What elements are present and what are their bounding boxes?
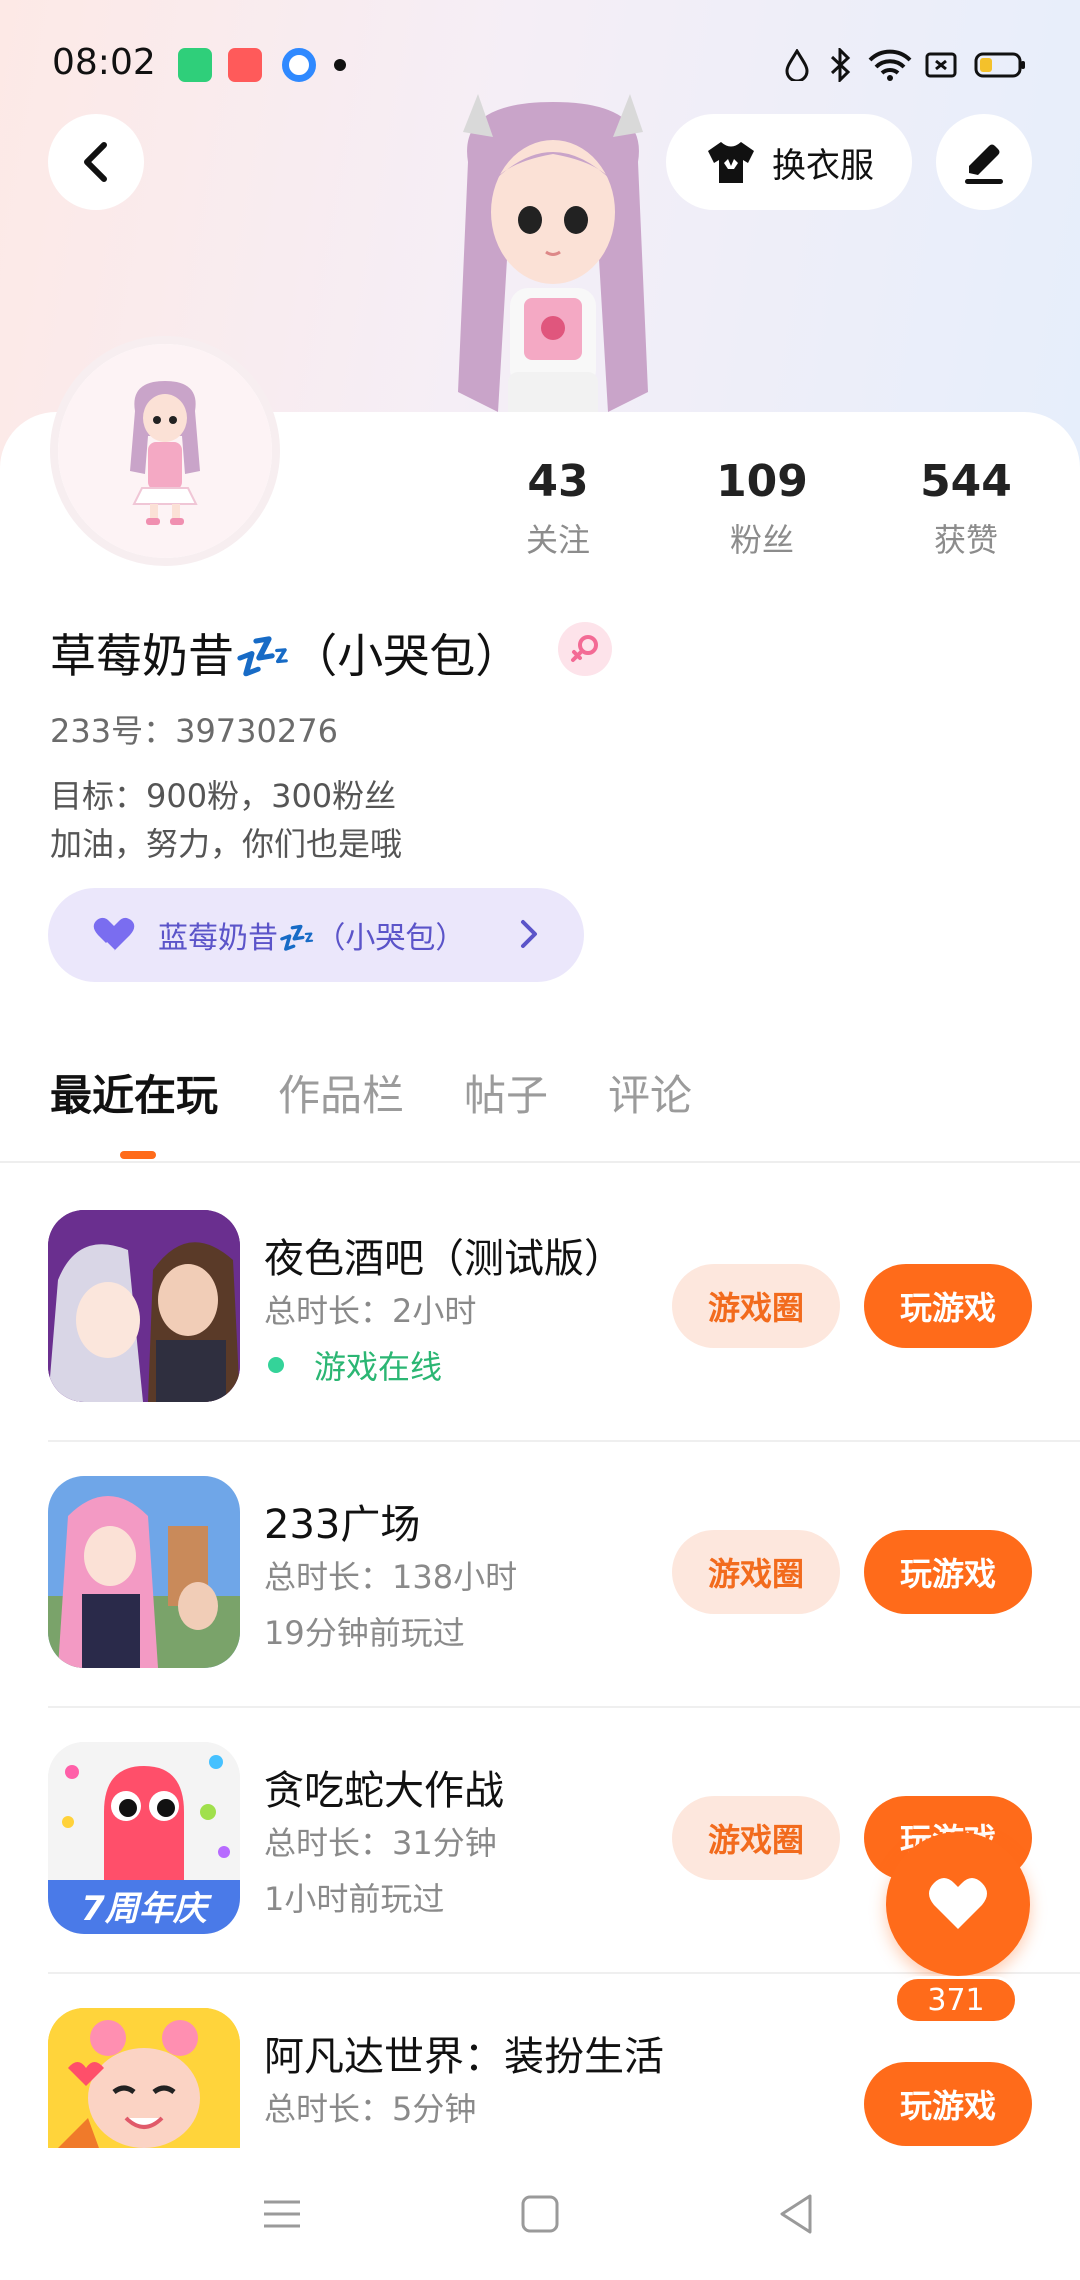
233-plaza-game-art xyxy=(48,1476,240,1668)
stat-likes[interactable]: 544 获赞 xyxy=(896,456,1036,561)
profile-page: 08:02 换衣服 43 关注 109 粉丝 544 获赞 草莓奶昔💤（小哭包）… xyxy=(0,0,1080,2280)
double-heart-icon xyxy=(93,917,135,953)
game-list-item[interactable]: 夜色酒吧（测试版） 总时长：2小时 游戏在线 游戏圈 玩游戏 xyxy=(0,1210,1080,1476)
game-last-played: 19分钟前玩过 xyxy=(264,1614,465,1652)
avatar-frame xyxy=(58,344,272,558)
stat-followers[interactable]: 109 粉丝 xyxy=(692,456,832,561)
play-game-button[interactable]: 玩游戏 xyxy=(864,2062,1032,2146)
change-outfit-label: 换衣服 xyxy=(772,145,874,186)
menu-nav-button[interactable] xyxy=(252,2184,312,2244)
change-outfit-button[interactable]: 换衣服 xyxy=(666,114,912,210)
online-dot-icon xyxy=(268,1357,284,1373)
game-icon-night-bar[interactable] xyxy=(48,1210,240,1402)
snake-anniversary-text: 7周年庆 xyxy=(81,1889,213,1929)
bio-line-1: 目标：900粉，300粉丝 xyxy=(50,777,397,815)
game-title: 夜色酒吧（测试版） xyxy=(264,1236,624,1282)
partner-name: 蓝莓奶昔💤（小哭包） xyxy=(158,921,466,956)
back-button[interactable] xyxy=(48,114,144,210)
heart-icon xyxy=(929,1878,987,1929)
play-game-button[interactable]: 玩游戏 xyxy=(864,1264,1032,1348)
bio-line-2: 加油，努力，你们也是哦 xyxy=(50,825,403,863)
back-triangle-icon xyxy=(780,2194,812,2234)
night-bar-game-art xyxy=(48,1210,240,1402)
home-nav-button[interactable] xyxy=(510,2184,570,2244)
game-title: 贪吃蛇大作战 xyxy=(264,1768,504,1814)
likes-count: 544 xyxy=(920,456,1012,507)
menu-icon xyxy=(264,2200,300,2228)
chevron-right-icon xyxy=(521,920,537,948)
bluetooth-icon xyxy=(830,48,851,82)
character-avatar-illustration xyxy=(458,94,648,422)
game-circle-button[interactable]: 游戏圈 xyxy=(672,1530,840,1614)
browser-notification-icon xyxy=(282,48,316,82)
no-sim-icon xyxy=(925,52,957,78)
row-divider xyxy=(48,1706,1080,1708)
profile-bio: 目标：900粉，300粉丝 加油，努力，你们也是哦 xyxy=(50,772,402,868)
game-duration: 总时长：31分钟 xyxy=(264,1824,497,1862)
game-duration: 总时长：2小时 xyxy=(264,1292,477,1330)
online-status-label: 游戏在线 xyxy=(314,1348,443,1386)
profile-tabs: 最近在玩 作品栏 帖子 评论 xyxy=(50,1062,692,1142)
game-icon-avatar-world[interactable] xyxy=(48,2008,240,2148)
profile-avatar[interactable] xyxy=(50,336,280,566)
tab-active-indicator xyxy=(120,1151,156,1159)
game-circle-button[interactable]: 游戏圈 xyxy=(672,1796,840,1880)
tabs-divider xyxy=(0,1161,1080,1163)
chevron-left-icon xyxy=(84,142,107,182)
likes-label: 获赞 xyxy=(933,521,998,559)
status-icons xyxy=(784,48,1026,82)
game-icon-snake[interactable]: 7周年庆 xyxy=(48,1742,240,1934)
stat-following[interactable]: 43 关注 xyxy=(488,456,628,561)
female-icon xyxy=(571,635,598,662)
followers-label: 粉丝 xyxy=(729,521,794,559)
tab-works[interactable]: 作品栏 xyxy=(278,1062,404,1142)
app-notification-icon xyxy=(228,48,262,82)
tab-recently-played[interactable]: 最近在玩 xyxy=(50,1062,218,1142)
like-floating-button[interactable] xyxy=(886,1832,1030,1976)
profile-username: 草莓奶昔💤（小哭包） xyxy=(50,629,522,683)
game-list-item[interactable]: 阿凡达世界：装扮生活 总时长：5分钟 玩游戏 xyxy=(0,2008,1080,2148)
game-icon-233-plaza[interactable] xyxy=(48,1476,240,1668)
back-nav-button[interactable] xyxy=(766,2184,826,2244)
profile-uid: 233号：39730276 xyxy=(50,712,338,750)
game-online-status: 游戏在线 xyxy=(264,1342,442,1388)
tab-posts[interactable]: 帖子 xyxy=(464,1062,548,1142)
shirt-icon xyxy=(708,142,754,183)
like-count-badge: 371 xyxy=(894,1976,1018,2024)
game-duration: 总时长：5分钟 xyxy=(264,2090,477,2128)
following-count: 43 xyxy=(527,456,589,507)
system-navigation-bar xyxy=(0,2148,1080,2280)
avatar-character-image xyxy=(130,381,200,525)
data-saver-icon xyxy=(785,49,809,81)
game-circle-button[interactable]: 游戏圈 xyxy=(672,1264,840,1348)
gender-badge xyxy=(558,622,612,676)
play-game-button[interactable]: 玩游戏 xyxy=(864,1530,1032,1614)
game-title: 阿凡达世界：装扮生活 xyxy=(264,2034,664,2080)
avatar-world-game-art xyxy=(48,2008,240,2148)
battery-app-icon xyxy=(178,48,212,82)
row-divider xyxy=(48,1972,1080,1974)
followers-count: 109 xyxy=(716,456,808,507)
edit-profile-button[interactable] xyxy=(936,114,1032,210)
more-notifications-dot-icon xyxy=(334,59,346,71)
row-divider xyxy=(48,1440,1080,1442)
tab-comments[interactable]: 评论 xyxy=(608,1062,692,1142)
wifi-icon xyxy=(868,49,912,81)
battery-icon xyxy=(974,52,1025,78)
game-duration: 总时长：138小时 xyxy=(264,1558,518,1596)
home-square-icon xyxy=(521,2195,559,2233)
pencil-icon xyxy=(965,144,1003,184)
status-time: 08:02 xyxy=(52,42,156,83)
game-list-item[interactable]: 233广场 总时长：138小时 19分钟前玩过 游戏圈 玩游戏 xyxy=(0,1476,1080,1742)
following-label: 关注 xyxy=(525,521,590,559)
game-title: 233广场 xyxy=(264,1502,421,1548)
partner-pill[interactable]: 蓝莓奶昔💤（小哭包） xyxy=(48,888,584,982)
snake-game-art: 7周年庆 xyxy=(48,1742,240,1934)
game-last-played: 1小时前玩过 xyxy=(264,1880,445,1918)
